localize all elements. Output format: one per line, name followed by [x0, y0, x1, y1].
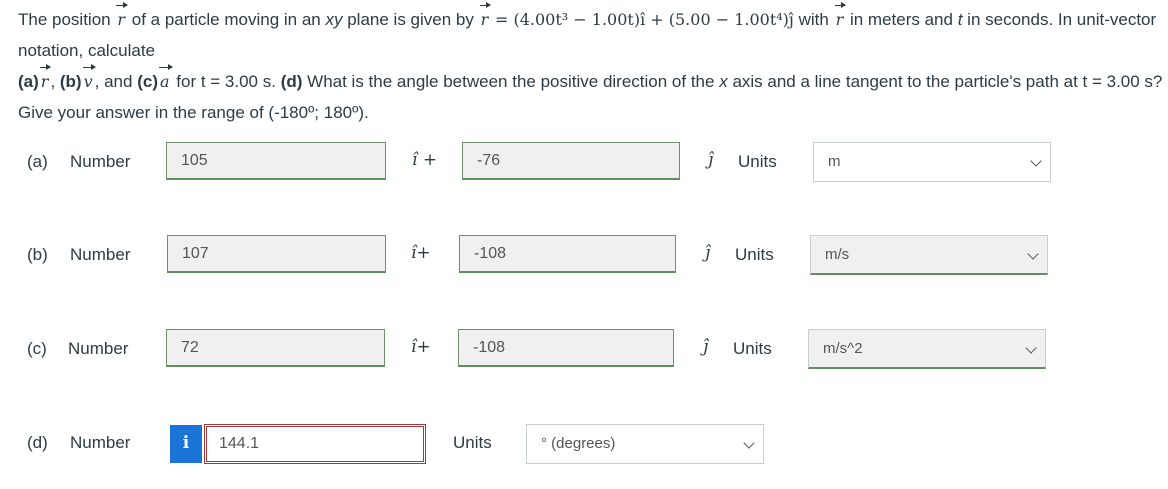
part-label: (d): [27, 433, 48, 452]
number-label: Number: [70, 433, 131, 452]
i-hat-symbol: î+: [411, 243, 431, 263]
part-label: (b): [27, 245, 48, 264]
number-label: Number: [70, 245, 131, 264]
r-vector-symbol: r: [834, 2, 846, 35]
units-select[interactable]: m: [813, 142, 1051, 182]
units-label: Units: [453, 433, 492, 452]
i-hat-symbol: î +: [412, 150, 438, 170]
part-label: (a): [27, 152, 48, 171]
i-component-input[interactable]: 72: [166, 329, 385, 367]
answer-row-a: (a) Number 105 î + -76 ĵ Units m: [0, 142, 1168, 184]
units-label: Units: [733, 339, 772, 358]
answer-row-b: (b) Number 107 î+ -108 ĵ Units m/s: [0, 235, 1168, 277]
j-component-input[interactable]: -108: [458, 329, 674, 367]
j-hat-symbol: ĵ: [703, 337, 709, 357]
chevron-down-icon: [1027, 248, 1039, 260]
i-hat-symbol: î+: [411, 337, 431, 357]
j-component-input[interactable]: -76: [462, 142, 680, 180]
part-label: (c): [27, 339, 47, 358]
j-hat-symbol: ĵ: [705, 243, 711, 263]
answer-row-d: (d) Number i 144.1 Units ° (degrees): [0, 423, 1168, 465]
units-select[interactable]: m/s: [810, 235, 1048, 275]
info-icon[interactable]: i: [170, 425, 202, 463]
i-component-input[interactable]: 107: [167, 235, 386, 273]
chevron-down-icon: [1025, 342, 1037, 354]
units-select[interactable]: ° (degrees): [526, 424, 764, 464]
number-label: Number: [70, 152, 131, 171]
units-select[interactable]: m/s^2: [808, 329, 1046, 369]
answer-row-c: (c) Number 72 î+ -108 ĵ Units m/s^2: [0, 329, 1168, 371]
units-label: Units: [738, 152, 777, 171]
problem-statement: The position r of a particle moving in a…: [18, 2, 1168, 128]
chevron-down-icon: [1030, 155, 1042, 167]
position-equation: = (4.00t³ − 1.00t)î + (5.00 − 1.00t⁴)ĵ: [494, 10, 794, 29]
units-label: Units: [735, 245, 774, 264]
angle-input[interactable]: 144.1: [204, 424, 426, 464]
i-component-input[interactable]: 105: [166, 142, 386, 180]
number-label: Number: [68, 339, 129, 358]
chevron-down-icon: [743, 437, 755, 449]
j-hat-symbol: ĵ: [708, 150, 714, 170]
r-vector-symbol: r: [115, 2, 128, 35]
r-vector-symbol: r: [479, 2, 491, 35]
j-component-input[interactable]: -108: [459, 235, 676, 273]
